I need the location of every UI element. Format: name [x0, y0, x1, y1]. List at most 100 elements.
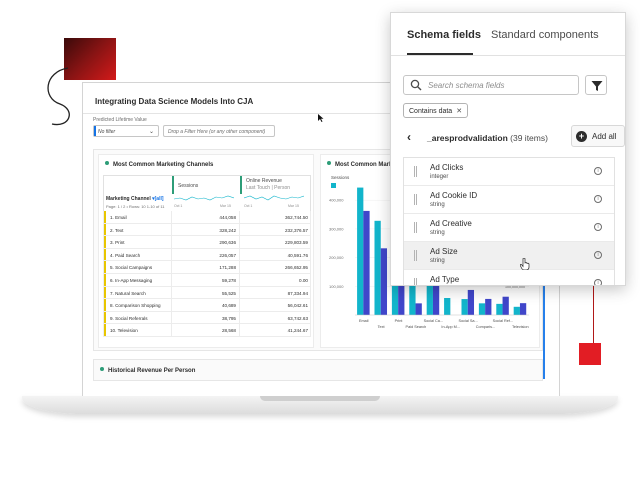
row-sessions-value: 55,525 — [221, 290, 236, 296]
column-header-revenue[interactable]: Online Revenue Last Touch | Person — [240, 176, 312, 194]
field-name: Ad Clicks — [430, 163, 464, 172]
table-row[interactable]: 10. Television 28,568 41,244.67 — [103, 324, 311, 337]
table-row[interactable]: 2. Text 328,242 232,376.57 — [103, 223, 311, 237]
table-row[interactable]: 8. Comparison Shopping 40,689 56,042.61 — [103, 299, 311, 312]
row-dimension-item: 5. Social Campaigns — [110, 265, 153, 271]
drag-handle-icon[interactable] — [414, 166, 417, 177]
info-icon[interactable]: i — [594, 251, 602, 259]
dimension-dropdown[interactable]: No filter ⌄ — [93, 125, 159, 137]
bar — [502, 296, 509, 315]
sessions-sparkline — [174, 195, 234, 201]
viz-title[interactable]: Most Common Marketing Channels — [105, 161, 213, 168]
x-tick-label: Text — [378, 325, 386, 329]
filter-button[interactable] — [585, 75, 607, 95]
schema-field-item[interactable]: Ad Size string i — [404, 242, 614, 270]
drag-handle-icon[interactable] — [414, 278, 417, 285]
collapsed-viz[interactable]: Historical Revenue Per Person — [93, 359, 543, 381]
filter-tag: [all] — [154, 196, 164, 202]
breadcrumb-name: _aresprodvalidation — [427, 133, 508, 143]
row-dimension-item: 10. Television — [110, 328, 138, 334]
schema-field-item[interactable]: Ad Creative string i — [404, 214, 614, 242]
schema-search-input[interactable]: Search schema fields — [403, 75, 579, 95]
legend-swatch — [331, 183, 336, 188]
info-icon[interactable]: i — [594, 167, 602, 175]
table-row[interactable]: 4. Paid Search 226,057 40,591.76 — [103, 248, 311, 262]
table-header: Sessions Online Revenue Last Touch | Per… — [103, 175, 311, 211]
filter-chip[interactable]: Contains data ✕ — [403, 103, 469, 118]
sparkline-end-label: Mar 15 — [288, 204, 299, 208]
row-accent — [104, 261, 106, 273]
filter-drop-zone[interactable]: Drop a Filter Here (or any other compone… — [163, 125, 275, 137]
row-sessions-value: 444,058 — [219, 215, 236, 220]
row-accent — [104, 311, 106, 324]
row-revenue-value: 56,042.61 — [287, 303, 308, 309]
dimension-header-label: Marketing Channel — [106, 196, 151, 202]
decorative-line — [593, 280, 594, 344]
y-tick-label: 100,000 — [329, 284, 344, 289]
table-row[interactable]: 6. In-App Messaging 59,278 0.00 — [103, 273, 311, 287]
table-row[interactable]: 3. Print 290,636 229,803.59 — [103, 236, 311, 249]
x-tick-label: Paid Search — [406, 325, 427, 329]
x-tick-label: Email — [359, 319, 369, 323]
add-all-button[interactable]: + Add all — [571, 125, 625, 147]
field-type: string — [430, 202, 445, 208]
legend-label: Sessions — [331, 175, 350, 180]
table-row[interactable]: 5. Social Campaigns 171,288 266,652.95 — [103, 261, 311, 274]
field-name: Ad Type — [430, 275, 460, 284]
column-header-sessions[interactable]: Sessions — [172, 176, 240, 194]
funnel-icon — [591, 81, 603, 91]
bar — [519, 303, 527, 315]
tab-schema-fields[interactable]: Schema fields — [407, 29, 481, 41]
row-revenue-value: 40,591.76 — [287, 252, 308, 258]
row-revenue-value: 266,652.95 — [285, 265, 308, 271]
dropdown-accent — [94, 126, 96, 136]
row-sessions-value: 328,242 — [219, 227, 236, 233]
x-tick-label: In-App M... — [441, 325, 460, 329]
schema-field-item[interactable]: Ad Cookie ID string i — [404, 186, 614, 214]
row-accent — [104, 211, 106, 223]
x-tick-label: Comparis... — [476, 325, 495, 329]
schema-tabs: Schema fields Standard components — [391, 13, 625, 57]
row-accent — [104, 273, 106, 286]
breadcrumb: ‹ _aresprodvalidation (39 items) + Add a… — [403, 121, 625, 151]
viz-title: Historical Revenue Per Person — [100, 367, 195, 374]
bar — [478, 303, 486, 315]
laptop-notch — [260, 396, 380, 401]
item-count: (39 items) — [510, 133, 548, 143]
tab-standard-components[interactable]: Standard components — [491, 29, 599, 41]
bar — [461, 299, 468, 315]
row-dimension-item: 3. Print — [110, 240, 125, 246]
table-row[interactable]: 7. Natural Search 55,525 87,334.94 — [103, 286, 311, 300]
field-type: string — [430, 230, 445, 236]
drag-handle-icon[interactable] — [414, 222, 417, 233]
decorative-red-square — [579, 343, 601, 365]
close-icon[interactable]: ✕ — [456, 108, 462, 115]
status-dot-icon — [105, 161, 109, 165]
row-sessions-value: 59,278 — [221, 277, 236, 283]
row-dimension-item: 2. Text — [110, 227, 124, 233]
sparkline-start-label: Oct 1 — [174, 204, 183, 208]
schema-field-item[interactable]: Ad Typestringi — [404, 270, 614, 285]
drag-handle-icon[interactable] — [414, 250, 417, 261]
filter-chip-label: Contains data — [409, 108, 453, 115]
row-sessions-value: 38,795 — [221, 315, 236, 321]
freeform-table-viz: Most Common Marketing Channels Sessions … — [98, 154, 314, 348]
field-type: integer — [430, 174, 449, 180]
schema-field-item[interactable]: Ad Clicks integer i — [404, 158, 614, 186]
add-all-label: Add all — [592, 132, 617, 141]
drag-handle-icon[interactable] — [414, 194, 417, 205]
project-title: Integrating Data Science Models Into CJA — [95, 97, 254, 106]
back-arrow-icon[interactable]: ‹ — [407, 130, 411, 144]
row-revenue-value: 232,376.57 — [285, 227, 308, 233]
info-icon[interactable]: i — [594, 279, 602, 285]
row-accent — [104, 324, 106, 336]
table-row[interactable]: 9. Social Referrals 38,795 63,742.63 — [103, 311, 311, 325]
search-placeholder: Search schema fields — [428, 81, 505, 90]
row-accent — [104, 299, 106, 311]
x-tick-label: Social Ref... — [493, 319, 513, 323]
info-icon[interactable]: i — [594, 195, 602, 203]
row-revenue-value: 229,803.59 — [285, 240, 308, 246]
dimension-header[interactable]: Marketing Channel ▾[all] — [106, 196, 164, 202]
table-row[interactable]: 1. Email 444,058 362,744.50 — [103, 211, 311, 224]
info-icon[interactable]: i — [594, 223, 602, 231]
